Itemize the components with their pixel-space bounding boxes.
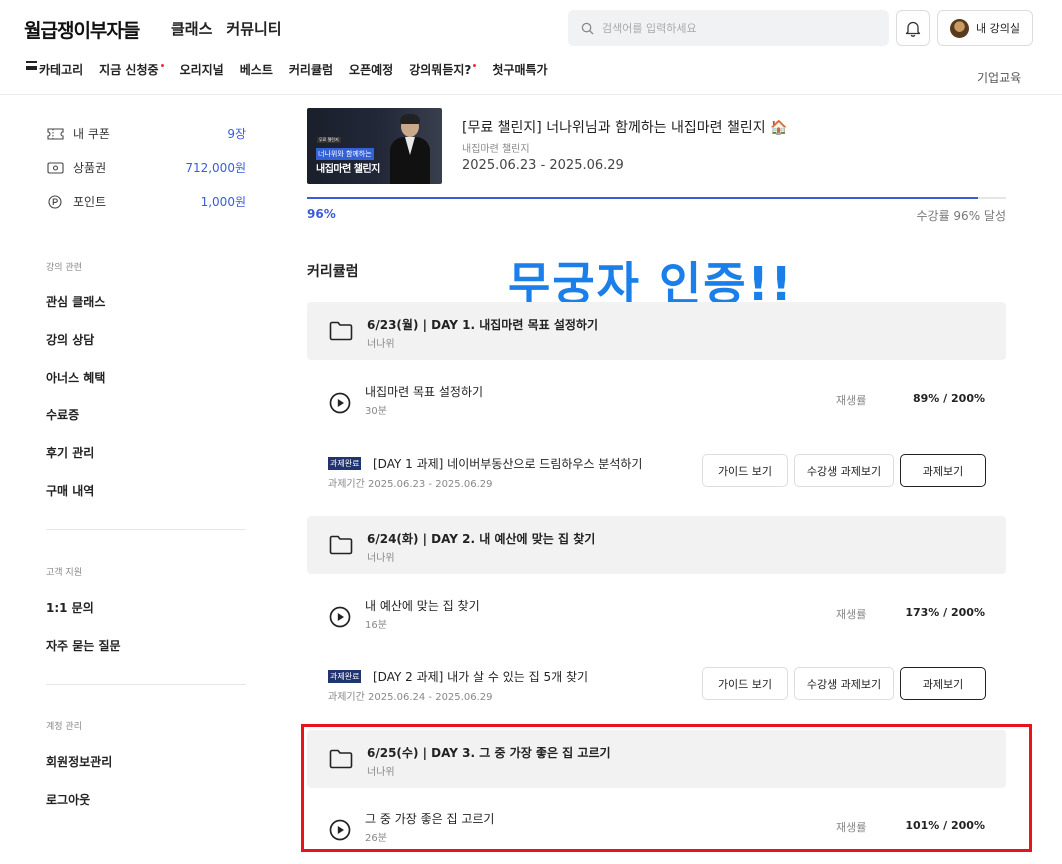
sidebar-divider [46, 684, 246, 685]
highlight-box [301, 724, 1032, 852]
guide-button[interactable]: 가이드 보기 [702, 454, 788, 487]
search-input[interactable] [602, 21, 852, 35]
nav-original[interactable]: 오리지널 [180, 61, 224, 78]
thumb-tag: 무료 챌린지 [317, 137, 341, 143]
sidebar-item-faq[interactable]: 자주 묻는 질문 [46, 637, 121, 654]
assignment-row: 과제완료 [DAY 2 과제] 내가 살 수 있는 집 5개 찾기 과제기간 2… [307, 667, 1006, 708]
wallet-point[interactable]: 포인트 1,000원 [46, 193, 246, 210]
corporate-education-link[interactable]: 기업교육 [977, 69, 1021, 86]
header-divider [0, 94, 1062, 95]
nav-upcoming[interactable]: 오픈예정 [349, 61, 393, 78]
sidebar-divider [46, 529, 246, 530]
category-nav: 카테고리 지금 신청중 오리지널 베스트 커리큘럼 오픈예정 강의뭐듣지? 첫구… [26, 61, 564, 78]
nav-community[interactable]: 커뮤니티 [226, 18, 281, 39]
sidebar-caption-account: 계정 관리 [46, 722, 82, 732]
top-nav: 클래스 커뮤니티 [171, 18, 282, 39]
instructor-photo [390, 114, 430, 184]
peer-assignments-button[interactable]: 수강생 과제보기 [794, 667, 894, 700]
curriculum-title: 커리큘럼 [307, 264, 359, 280]
playback-rate: 173% / 200% [905, 606, 985, 619]
gift-card-icon [46, 161, 64, 175]
sidebar-item-reviews[interactable]: 후기 관리 [46, 444, 94, 461]
view-assignment-button[interactable]: 과제보기 [900, 454, 986, 487]
nav-first-purchase[interactable]: 첫구매특가 [492, 61, 547, 78]
sidebar-item-member-info[interactable]: 회원정보관리 [46, 753, 112, 770]
nav-curriculum[interactable]: 커리큘럼 [289, 61, 333, 78]
thumb-subtitle: 너나위와 함께하는 [316, 148, 374, 160]
lecture-title: 내집마련 목표 설정하기 [365, 385, 484, 399]
guide-button[interactable]: 가이드 보기 [702, 667, 788, 700]
progress-bar [307, 197, 1006, 199]
progress-percent: 96% [307, 207, 336, 221]
sidebar-item-favorites[interactable]: 관심 클래스 [46, 293, 105, 310]
course-subtitle: 내집마련 챌린지 [462, 144, 530, 155]
course-dates: 2025.06.23 - 2025.06.29 [462, 158, 624, 173]
assignment-status-badge: 과제완료 [328, 457, 362, 470]
site-logo[interactable]: 월급쟁이부자들 [24, 16, 140, 43]
progress-fill [307, 197, 979, 199]
folder-icon [329, 321, 353, 341]
sidebar-item-logout[interactable]: 로그아웃 [46, 791, 90, 808]
nav-what-to-learn[interactable]: 강의뭐듣지? [409, 61, 477, 78]
nav-now-open[interactable]: 지금 신청중 [99, 61, 164, 78]
bell-icon [905, 21, 921, 37]
playback-label: 재생률 [836, 394, 867, 407]
play-icon[interactable] [329, 606, 351, 628]
assignment-period: 과제기간 2025.06.23 - 2025.06.29 [328, 479, 493, 490]
section-title: 6/23(월) | DAY 1. 내집마련 목표 설정하기 [367, 318, 598, 332]
sidebar-item-purchases[interactable]: 구매 내역 [46, 482, 94, 499]
sidebar-item-certificate[interactable]: 수료증 [46, 406, 79, 423]
assignment-period: 과제기간 2025.06.24 - 2025.06.29 [328, 692, 493, 703]
point-icon [46, 194, 64, 209]
playback-label: 재생률 [836, 608, 867, 621]
assignment-row: 과제완료 [DAY 1 과제] 네이버부동산으로 드림하우스 분석하기 과제기간… [307, 454, 1006, 495]
search-bar[interactable] [568, 10, 889, 46]
playback-rate: 89% / 200% [913, 392, 985, 405]
sidebar-caption-support: 고객 지원 [46, 568, 82, 578]
lecture-duration: 16분 [365, 620, 387, 631]
wallet-gift-card[interactable]: 상품권 712,000원 [46, 159, 246, 176]
new-dot-icon [160, 64, 164, 67]
thumb-title: 내집마련 챌린지 [316, 164, 380, 175]
play-icon[interactable] [329, 392, 351, 414]
sidebar-item-honors[interactable]: 아너스 혜택 [46, 369, 105, 386]
nav-class[interactable]: 클래스 [171, 18, 212, 39]
view-assignment-button[interactable]: 과제보기 [900, 667, 986, 700]
menu-icon [26, 61, 37, 70]
assignment-status-badge: 과제완료 [328, 670, 362, 683]
assignment-title: [DAY 2 과제] 내가 살 수 있는 집 5개 찾기 [373, 670, 589, 684]
avatar [950, 18, 969, 38]
wallet-coupon[interactable]: 내 쿠폰 9장 [46, 125, 246, 142]
assignment-title: [DAY 1 과제] 네이버부동산으로 드림하우스 분석하기 [373, 457, 643, 471]
lecture-row[interactable]: 내 예산에 맞는 집 찾기 16분 재생률 173% / 200% [307, 597, 1006, 637]
nav-best[interactable]: 베스트 [240, 61, 273, 78]
lecture-title: 내 예산에 맞는 집 찾기 [365, 599, 480, 613]
curriculum-section[interactable]: 6/23(월) | DAY 1. 내집마련 목표 설정하기 너나위 [307, 302, 1006, 360]
my-lecture-button[interactable]: 내 강의실 [937, 10, 1033, 46]
my-lecture-label: 내 강의실 [976, 22, 1020, 35]
new-dot-icon [473, 64, 477, 67]
search-icon [581, 22, 594, 35]
course-title[interactable]: [무료 챌린지] 너나위님과 함께하는 내집마련 챌린지 🏠 [462, 117, 788, 137]
peer-assignments-button[interactable]: 수강생 과제보기 [794, 454, 894, 487]
sidebar-item-consult[interactable]: 강의 상담 [46, 331, 94, 348]
notification-button[interactable] [896, 10, 930, 46]
section-instructor: 너나위 [367, 553, 395, 564]
course-thumbnail[interactable]: 무료 챌린지 너나위와 함께하는 내집마련 챌린지 [307, 108, 442, 184]
coupon-icon [46, 127, 64, 141]
curriculum-section[interactable]: 6/24(화) | DAY 2. 내 예산에 맞는 집 찾기 너나위 [307, 516, 1006, 574]
sidebar-item-inquiry[interactable]: 1:1 문의 [46, 599, 94, 616]
section-title: 6/24(화) | DAY 2. 내 예산에 맞는 집 찾기 [367, 532, 596, 546]
nav-categories[interactable]: 카테고리 [26, 61, 83, 78]
folder-icon [329, 535, 353, 555]
sidebar-caption-lecture: 강의 관련 [46, 263, 82, 273]
lecture-duration: 30분 [365, 406, 387, 417]
section-instructor: 너나위 [367, 339, 395, 350]
lecture-row[interactable]: 내집마련 목표 설정하기 30분 재생률 89% / 200% [307, 383, 1006, 423]
completion-rate: 수강률 96% 달성 [916, 209, 1006, 223]
